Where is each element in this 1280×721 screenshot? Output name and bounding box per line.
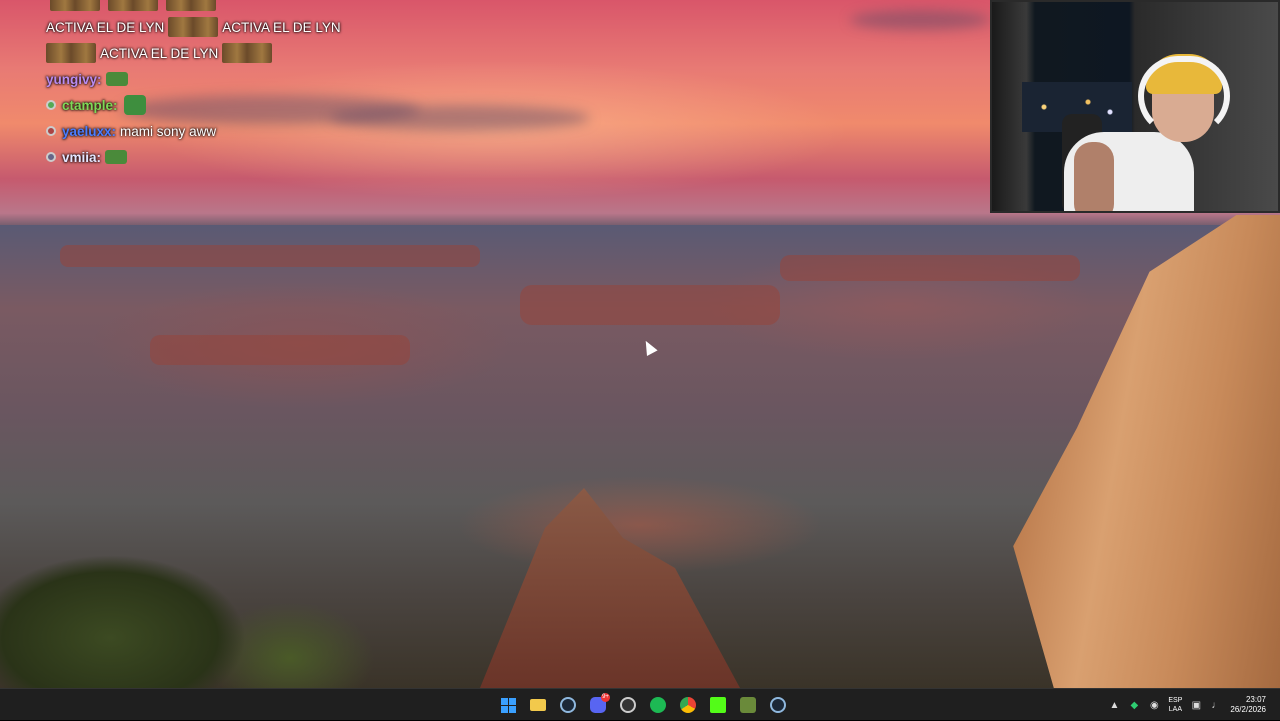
chat-line: ACTIVA EL DE LYN ACTIVA EL DE LYN — [46, 14, 366, 40]
subscriber-badge-icon — [46, 152, 56, 162]
chrome-button[interactable] — [676, 693, 700, 717]
webcam-overlay — [990, 0, 1280, 213]
chat-message: ACTIVA EL DE LYN — [222, 19, 341, 35]
chat-line: yungivy: — [46, 66, 366, 92]
emote-icon — [108, 0, 158, 11]
headphones-icon — [1138, 56, 1230, 136]
folder-icon — [530, 699, 546, 711]
streamer-arm — [1074, 142, 1114, 211]
chrome-icon — [680, 697, 696, 713]
emote-icon — [105, 150, 128, 164]
spotify-button[interactable] — [646, 693, 670, 717]
canyon-ridge — [150, 335, 410, 365]
clock-time: 23:07 — [1245, 695, 1266, 704]
steam-icon — [560, 697, 576, 713]
emote-icon — [168, 17, 219, 37]
chat-line: yaeluxx: mami sony aww — [46, 118, 366, 144]
steam-icon — [770, 697, 786, 713]
chat-username: vmiia: — [62, 149, 102, 165]
chat-line: ctample: — [46, 92, 366, 118]
network-icon[interactable]: ▣ — [1190, 699, 1202, 711]
taskbar-apps: 9+ — [496, 693, 790, 717]
canyon-ridge — [780, 255, 1080, 281]
chat-message: ACTIVA EL DE LYN — [46, 19, 165, 35]
chat-line — [46, 0, 366, 14]
chat-message: mami sony aww — [120, 123, 217, 139]
chat-username: yungivy: — [46, 71, 102, 87]
chat-line: vmiia: — [46, 144, 366, 170]
subscriber-badge-icon — [46, 100, 56, 110]
windows-icon — [500, 697, 516, 713]
canyon-ridge — [520, 285, 780, 325]
chat-username: ctample: — [62, 97, 118, 113]
subscriber-badge-icon — [46, 126, 56, 136]
microphone-icon[interactable]: ◉ — [1148, 699, 1160, 711]
language-indicator[interactable]: ESP LAA — [1168, 696, 1182, 714]
kick-button[interactable] — [706, 693, 730, 717]
obs-icon — [620, 697, 636, 713]
volume-icon[interactable]: ♩ — [1210, 699, 1222, 711]
chat-message: ACTIVA EL DE LYN — [100, 45, 219, 61]
emote-icon — [166, 0, 216, 11]
canyon-ridge — [60, 245, 480, 267]
emote-icon — [46, 43, 96, 63]
clock-date: 26/2/2026 — [1230, 705, 1266, 714]
defender-icon[interactable]: ◆ — [1128, 699, 1140, 711]
emote-icon — [123, 95, 146, 115]
system-tray: ▲ ◆ ◉ ESP LAA ▣ ♩ 23:07 26/2/2026 — [1108, 689, 1266, 721]
game-controller-icon — [740, 697, 756, 713]
kick-icon — [710, 697, 726, 713]
chat-username: yaeluxx: — [62, 123, 117, 139]
notification-badge: 9+ — [601, 693, 610, 702]
stream-chat-overlay: ACTIVA EL DE LYN ACTIVA EL DE LYN ACTIVA… — [46, 0, 366, 170]
game-launcher-button[interactable] — [736, 693, 760, 717]
spotify-icon — [650, 697, 666, 713]
chevron-up-icon[interactable]: ▲ — [1108, 699, 1120, 711]
language-region: LAA — [1168, 706, 1183, 713]
emote-icon — [50, 0, 100, 11]
pine-tree — [0, 488, 400, 688]
obs-button[interactable] — [616, 693, 640, 717]
cloud — [330, 105, 590, 131]
language-code: ESP — [1168, 697, 1183, 704]
steam-button[interactable] — [556, 693, 580, 717]
emote-icon — [222, 43, 273, 63]
file-explorer-button[interactable] — [526, 693, 550, 717]
emote-icon — [105, 72, 128, 86]
clock[interactable]: 23:07 26/2/2026 — [1230, 695, 1266, 715]
steam-2-button[interactable] — [766, 693, 790, 717]
chat-line: ACTIVA EL DE LYN — [46, 40, 366, 66]
discord-button[interactable]: 9+ — [586, 693, 610, 717]
start-button[interactable] — [496, 693, 520, 717]
taskbar: 9+ ▲ ◆ ◉ ESP LAA ▣ ♩ 23:07 26/2/2026 — [0, 688, 1280, 720]
cloud — [850, 10, 990, 30]
